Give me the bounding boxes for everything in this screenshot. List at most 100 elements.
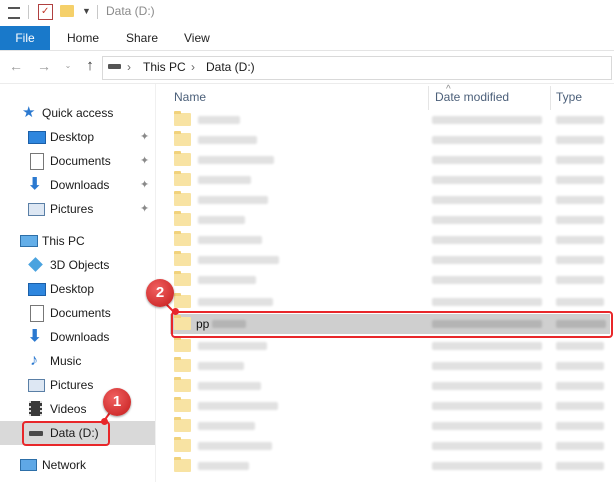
back-arrow-icon[interactable]: ←	[8, 58, 24, 74]
folder-icon	[174, 231, 191, 246]
file-row[interactable]	[170, 210, 610, 230]
ribbon-tabs: File Home Share View	[0, 26, 614, 51]
nav-downloads[interactable]: ⬇ Downloads	[0, 325, 155, 349]
file-row[interactable]	[170, 396, 610, 416]
file-row[interactable]	[170, 416, 610, 436]
breadcrumb-separator: ›	[191, 60, 195, 74]
redacted-name	[198, 216, 245, 224]
file-row[interactable]	[170, 270, 610, 290]
nav-label: 3D Objects	[50, 258, 110, 272]
nav-music[interactable]: ♪ Music	[0, 349, 155, 373]
redacted-name	[198, 276, 256, 284]
breadcrumb-this-pc[interactable]: This PC	[143, 60, 186, 74]
customize-quick-access-icon[interactable]: ▼	[82, 6, 91, 16]
redacted-type	[556, 216, 604, 224]
folder-icon	[174, 293, 191, 308]
file-row[interactable]	[170, 110, 610, 130]
breadcrumb-separator: ›	[127, 60, 131, 74]
folder-icon	[174, 271, 191, 286]
annotation-badge-1: 1	[103, 388, 131, 416]
address-bar[interactable]: › This PC › Data (D:)	[102, 56, 612, 80]
title-bar: ✓ ▼ Data (D:)	[0, 0, 614, 24]
pin-icon: ✦	[140, 203, 150, 215]
file-row[interactable]	[170, 250, 610, 270]
nav-videos[interactable]: Videos	[0, 397, 155, 421]
redacted-date	[432, 342, 542, 350]
system-menu-icon[interactable]	[8, 7, 20, 19]
column-date-modified[interactable]: Date modified	[435, 90, 509, 104]
redacted-type	[556, 298, 604, 306]
file-row[interactable]	[170, 190, 610, 210]
file-row[interactable]	[170, 356, 610, 376]
file-row[interactable]	[170, 456, 610, 476]
properties-icon[interactable]: ✓	[38, 4, 53, 20]
file-row[interactable]	[170, 150, 610, 170]
redacted-date	[432, 362, 542, 370]
folder-icon	[174, 191, 191, 206]
annotation-badge-2: 2	[146, 279, 174, 307]
redacted-date	[432, 196, 542, 204]
redacted-date	[432, 402, 542, 410]
forward-arrow-icon[interactable]: →	[36, 58, 52, 74]
nav-quick-pictures[interactable]: Pictures ✦	[0, 197, 155, 221]
nav-label: This PC	[42, 234, 85, 248]
nav-label: Network	[42, 458, 87, 472]
callout-dot	[172, 308, 179, 315]
redacted-name	[198, 402, 278, 410]
tab-view[interactable]: View	[184, 26, 210, 50]
file-list-header: ^ Name Date modified Type	[156, 84, 614, 110]
redacted-name	[198, 382, 261, 390]
redacted-type	[556, 442, 604, 450]
file-row[interactable]	[170, 292, 610, 312]
column-name[interactable]: Name	[174, 90, 206, 104]
redacted-name	[198, 462, 249, 470]
documents-icon	[30, 305, 44, 322]
redacted-date	[432, 442, 542, 450]
folder-icon	[174, 337, 191, 352]
tab-file[interactable]: File	[0, 26, 50, 50]
redacted-type	[556, 402, 604, 410]
column-divider[interactable]	[428, 86, 429, 110]
nav-label: Downloads	[50, 330, 110, 344]
nav-3d-objects[interactable]: 3D Objects	[0, 253, 155, 277]
nav-quick-access[interactable]: ★ Quick access	[0, 101, 155, 125]
pictures-icon	[28, 379, 45, 392]
file-row[interactable]	[170, 230, 610, 250]
file-row[interactable]	[170, 170, 610, 190]
folder-icon	[174, 417, 191, 432]
breadcrumb-data-drive[interactable]: Data (D:)	[206, 60, 255, 74]
column-divider[interactable]	[550, 86, 551, 110]
folder-icon	[174, 457, 191, 472]
redacted-name	[198, 422, 255, 430]
recent-locations-chevron-icon[interactable]: ⌄	[60, 58, 76, 74]
nav-quick-downloads[interactable]: ⬇ Downloads ✦	[0, 173, 155, 197]
nav-quick-documents[interactable]: Documents ✦	[0, 149, 155, 173]
redacted-type	[556, 276, 604, 284]
nav-this-pc[interactable]: This PC	[0, 229, 155, 253]
file-row[interactable]	[170, 130, 610, 150]
nav-desktop[interactable]: Desktop	[0, 277, 155, 301]
tab-share[interactable]: Share	[126, 26, 158, 50]
folder-icon	[174, 397, 191, 412]
file-row[interactable]	[170, 436, 610, 456]
callout-dot	[101, 418, 108, 425]
column-type[interactable]: Type	[556, 90, 582, 104]
videos-icon	[29, 401, 42, 416]
new-folder-icon[interactable]	[60, 5, 74, 17]
file-row[interactable]	[170, 376, 610, 396]
redacted-name	[198, 342, 267, 350]
nav-quick-desktop[interactable]: Desktop ✦	[0, 125, 155, 149]
nav-network[interactable]: Network	[0, 453, 155, 477]
file-row[interactable]	[170, 336, 610, 356]
nav-label: Music	[50, 354, 82, 368]
nav-pictures[interactable]: Pictures	[0, 373, 155, 397]
redacted-name	[198, 236, 262, 244]
up-arrow-icon[interactable]: ↑	[82, 58, 98, 74]
redacted-date	[432, 462, 542, 470]
pin-icon: ✦	[140, 131, 150, 143]
nav-label: Documents	[50, 154, 111, 168]
tab-home[interactable]: Home	[67, 26, 99, 50]
folder-icon	[174, 377, 191, 392]
redacted-type	[556, 236, 604, 244]
nav-documents[interactable]: Documents	[0, 301, 155, 325]
